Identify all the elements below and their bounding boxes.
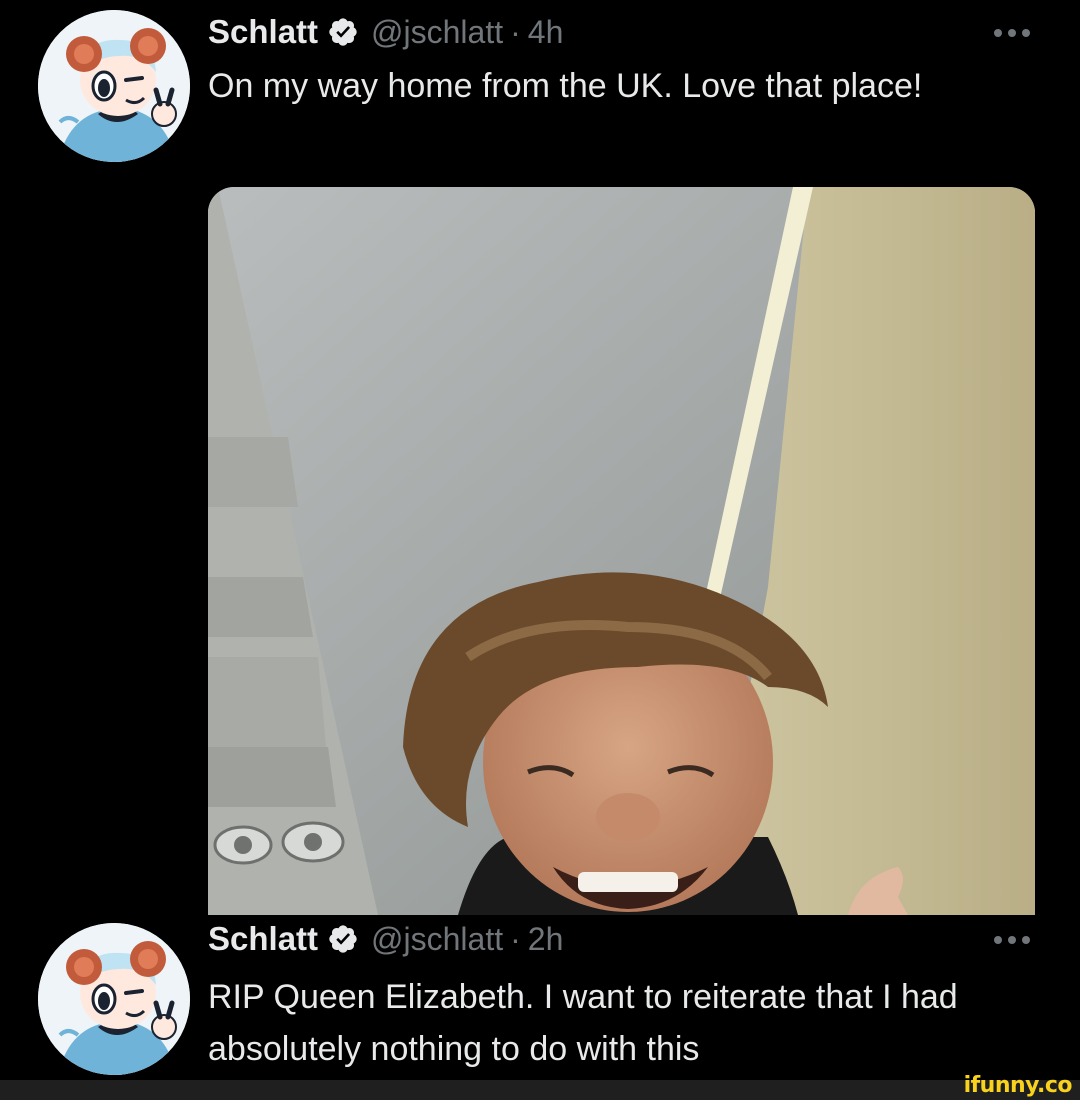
tweet-photo[interactable] <box>208 187 1035 915</box>
tweet-header: Schlatt @jschlatt · 2h <box>208 915 563 963</box>
ifunny-watermark: ifunny.co <box>963 1073 1073 1098</box>
watermark-bar: ifunny.co <box>0 1073 1080 1100</box>
tweet[interactable]: Schlatt @jschlatt · 2h RIP Queen Elizabe… <box>0 915 1080 1080</box>
tweet[interactable]: Schlatt @jschlatt · 4h On my way home fr… <box>0 0 1080 915</box>
separator: · <box>510 13 521 50</box>
tweet-text: RIP Queen Elizabeth. I want to reiterate… <box>208 978 958 1068</box>
timestamp[interactable]: 2h <box>528 921 564 958</box>
avatar[interactable] <box>38 923 190 1075</box>
avatar-icon <box>38 923 190 1075</box>
avatar[interactable] <box>38 10 190 162</box>
more-options-icon[interactable] <box>994 27 1030 39</box>
display-name[interactable]: Schlatt <box>208 920 318 958</box>
separator: · <box>510 920 521 957</box>
verified-badge-icon <box>327 923 359 955</box>
tweet-text: On my way home from the UK. Love that pl… <box>208 67 923 105</box>
photo-icon <box>208 187 1035 915</box>
handle[interactable]: @jschlatt <box>371 14 503 51</box>
display-name[interactable]: Schlatt <box>208 13 318 51</box>
more-options-icon[interactable] <box>994 934 1030 946</box>
avatar-icon <box>38 10 190 162</box>
tweet-header: Schlatt @jschlatt · 4h <box>208 8 563 56</box>
handle[interactable]: @jschlatt <box>371 921 503 958</box>
verified-badge-icon <box>327 16 359 48</box>
timestamp[interactable]: 4h <box>528 14 564 51</box>
